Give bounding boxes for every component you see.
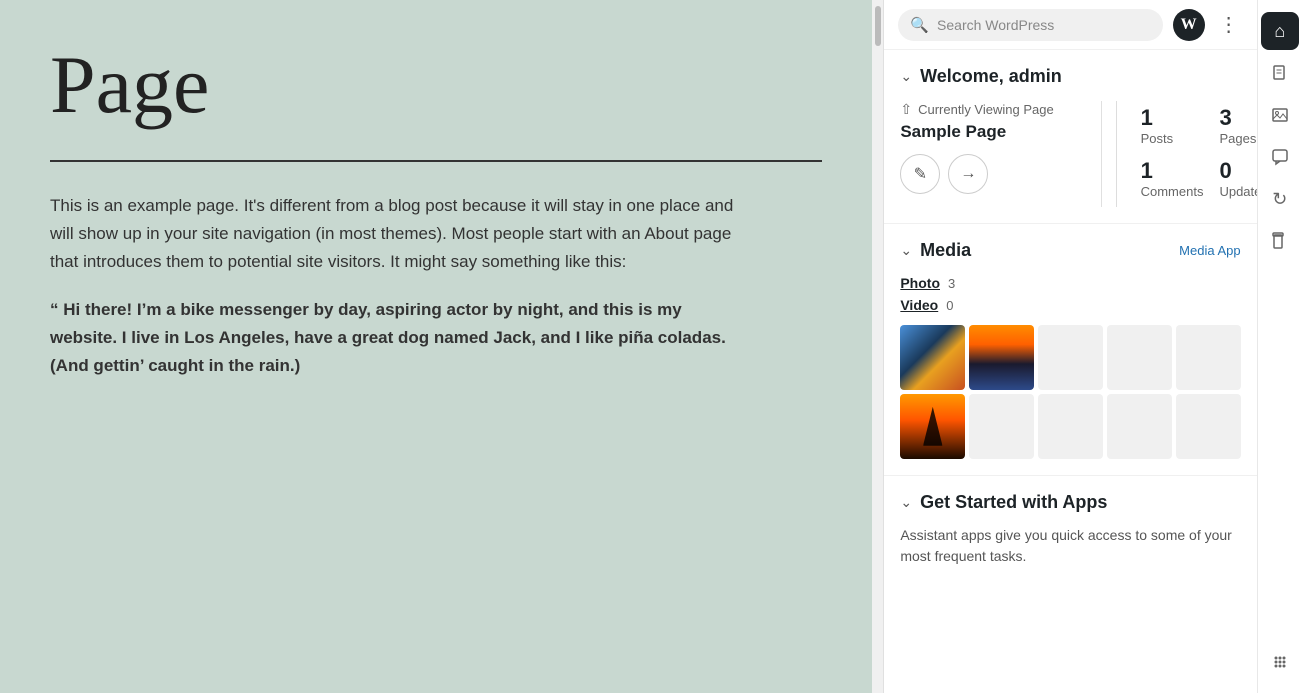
comment-icon-button[interactable]	[1261, 138, 1299, 176]
media-section-header: ⌄ Media Media App	[900, 240, 1240, 261]
right-panel: 🔍 Search WordPress W ⋮ ⌄ Welcome, admin …	[872, 0, 1302, 693]
media-section: ⌄ Media Media App Photo 3 Video 0	[884, 224, 1256, 476]
media-filter: Photo 3 Video 0	[900, 275, 1240, 313]
panel-scrollbar[interactable]	[872, 0, 883, 693]
get-started-section: ⌄ Get Started with Apps Assistant apps g…	[884, 476, 1256, 583]
stat-posts-label: Posts	[1141, 131, 1204, 146]
home-icon-button[interactable]: ⌂	[1261, 12, 1299, 50]
stat-comments: 1 Comments	[1133, 154, 1212, 207]
currently-viewing-label: Currently Viewing Page	[918, 102, 1054, 117]
image-icon-button[interactable]	[1261, 96, 1299, 134]
page-icon-button[interactable]	[1261, 54, 1299, 92]
wp-panel: 🔍 Search WordPress W ⋮ ⌄ Welcome, admin …	[883, 0, 1256, 693]
welcome-title: Welcome, admin	[920, 66, 1062, 87]
get-started-toggle[interactable]: ⌄	[900, 494, 912, 511]
edit-page-button[interactable]: ✎	[900, 154, 940, 194]
welcome-section: ⌄ Welcome, admin ⇧ Currently Viewing Pag…	[884, 50, 1256, 224]
photo-label[interactable]: Photo	[900, 275, 940, 291]
page-paragraph-2: “ Hi there! I’m a bike messenger by day,…	[50, 296, 750, 380]
stat-updates: 0 Updates	[1211, 154, 1256, 207]
media-thumb-1[interactable]	[900, 325, 965, 390]
stat-posts-number: 1	[1141, 105, 1204, 131]
media-thumb-5[interactable]	[1176, 325, 1241, 390]
sample-page-label: Sample Page	[900, 122, 1100, 142]
welcome-toggle[interactable]: ⌄	[900, 68, 912, 85]
media-photo-row: Photo 3	[900, 275, 1240, 291]
wp-logo[interactable]: W	[1173, 9, 1205, 41]
grid-icon-button[interactable]	[1261, 643, 1299, 681]
media-video-row: Video 0	[900, 297, 1240, 313]
icon-bar: ⌂ ↻	[1257, 0, 1302, 693]
page-actions: ✎ →	[900, 154, 1100, 194]
media-grid	[900, 325, 1240, 459]
media-thumb-10[interactable]	[1176, 394, 1241, 459]
search-bar[interactable]: 🔍 Search WordPress	[898, 9, 1162, 41]
page-divider	[50, 160, 822, 162]
media-title: Media	[920, 240, 971, 261]
person-icon: ⇧	[900, 101, 912, 118]
stat-updates-label: Updates	[1219, 184, 1256, 199]
stat-pages-number: 3	[1219, 105, 1256, 131]
page-content: Page This is an example page. It's diffe…	[0, 0, 872, 693]
media-thumb-9[interactable]	[1107, 394, 1172, 459]
panel-body: ⌄ Welcome, admin ⇧ Currently Viewing Pag…	[884, 50, 1256, 693]
video-label[interactable]: Video	[900, 297, 938, 313]
media-thumb-3[interactable]	[1038, 325, 1103, 390]
currently-viewing: ⇧ Currently Viewing Page	[900, 101, 1100, 118]
scrollbar-thumb	[875, 6, 881, 46]
stat-comments-number: 1	[1141, 158, 1204, 184]
stat-posts: 1 Posts	[1133, 101, 1212, 154]
panel-menu-button[interactable]: ⋮	[1215, 8, 1243, 41]
video-count: 0	[946, 298, 953, 313]
stat-updates-number: 0	[1219, 158, 1256, 184]
media-app-link[interactable]: Media App	[1179, 243, 1240, 258]
welcome-left: ⇧ Currently Viewing Page Sample Page ✎ →	[900, 101, 1100, 194]
photo-count: 3	[948, 276, 955, 291]
media-thumb-4[interactable]	[1107, 325, 1172, 390]
get-started-title: Get Started with Apps	[920, 492, 1107, 513]
media-thumb-8[interactable]	[1038, 394, 1103, 459]
media-thumb-6[interactable]	[900, 394, 965, 459]
get-started-body: Assistant apps give you quick access to …	[900, 525, 1240, 567]
search-icon: 🔍	[910, 16, 929, 34]
page-title: Page	[50, 40, 822, 130]
panel-header: 🔍 Search WordPress W ⋮	[884, 0, 1256, 50]
welcome-stats: 1 Posts 3 Pages 1 Comments	[1101, 101, 1241, 207]
refresh-icon-button[interactable]: ↻	[1261, 180, 1299, 218]
get-started-header: ⌄ Get Started with Apps	[900, 492, 1240, 513]
stats-grid: 1 Posts 3 Pages 1 Comments	[1116, 101, 1241, 207]
welcome-section-header: ⌄ Welcome, admin	[900, 66, 1240, 87]
page-body: This is an example page. It's different …	[50, 192, 750, 380]
media-toggle[interactable]: ⌄	[900, 242, 912, 259]
visit-page-button[interactable]: →	[948, 154, 988, 194]
stat-comments-label: Comments	[1141, 184, 1204, 199]
search-placeholder[interactable]: Search WordPress	[937, 17, 1151, 33]
media-thumb-2[interactable]	[969, 325, 1034, 390]
media-thumb-7[interactable]	[969, 394, 1034, 459]
page-paragraph-1: This is an example page. It's different …	[50, 192, 750, 276]
bookmark-icon-button[interactable]	[1261, 222, 1299, 260]
welcome-body: ⇧ Currently Viewing Page Sample Page ✎ →	[900, 101, 1240, 207]
stat-pages-label: Pages	[1219, 131, 1256, 146]
stat-pages: 3 Pages	[1211, 101, 1256, 154]
